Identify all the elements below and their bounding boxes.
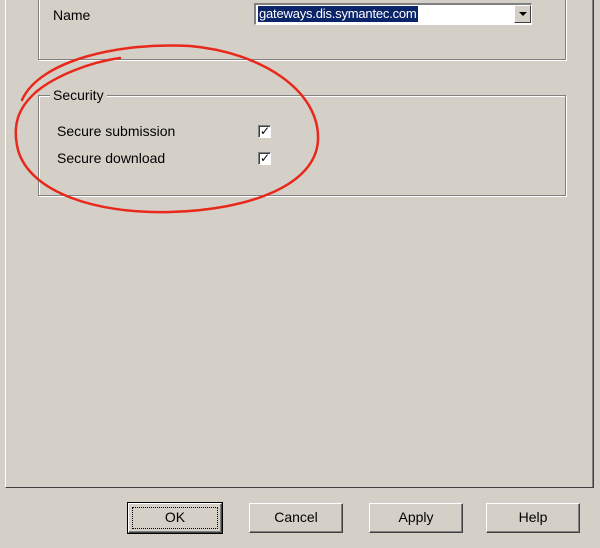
security-groupbox — [38, 95, 566, 196]
checkmark-icon: ✓ — [260, 151, 271, 165]
apply-button[interactable]: Apply — [369, 503, 463, 533]
secure-download-checkbox[interactable]: ✓ — [258, 152, 271, 165]
help-button[interactable]: Help — [486, 503, 580, 533]
cancel-button[interactable]: Cancel — [249, 503, 343, 533]
chevron-down-icon — [519, 12, 527, 16]
secure-submission-checkbox[interactable]: ✓ — [258, 125, 271, 138]
server-name-value[interactable]: gateways.dis.symantec.com — [258, 6, 418, 22]
security-legend: Security — [50, 86, 107, 104]
secure-submission-label: Secure submission — [57, 123, 176, 139]
ok-button-label: OK — [164, 509, 186, 525]
ok-button[interactable]: OK — [127, 502, 223, 534]
checkmark-icon: ✓ — [260, 124, 271, 138]
name-label: Name — [53, 7, 91, 23]
dropdown-button[interactable] — [514, 5, 531, 23]
secure-download-label: Secure download — [57, 150, 166, 166]
server-name-combobox[interactable]: gateways.dis.symantec.com — [254, 3, 532, 25]
dialog-panel — [5, 0, 594, 488]
cancel-button-label: Cancel — [274, 509, 318, 525]
help-button-label: Help — [518, 509, 548, 525]
apply-button-label: Apply — [398, 509, 434, 525]
